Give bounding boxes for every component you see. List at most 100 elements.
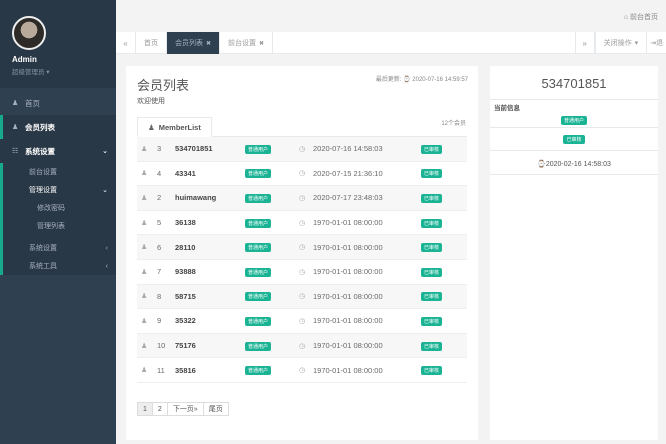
user-icon: ♟ [141,170,148,178]
status-badge: 已审核 [421,169,443,179]
member-name[interactable]: 93888 [175,267,245,276]
member-id: 3 [157,144,162,154]
user-icon: ♟ [141,367,148,375]
user-type-badge: 普通用户 [245,218,272,228]
sidebar-submenu: 前台设置 管理设置 ⌄ 修改密码 管理列表 系统设置 ‹ 系统工具 ‹ [0,163,116,275]
type-cell: 普通用户 [245,144,299,154]
member-name[interactable]: 75176 [175,341,245,350]
front-home-link[interactable]: ⌂ 前台首页 [624,12,658,22]
clock-icon: ◷ [299,170,306,178]
tab-member-list[interactable]: ♟ MemberList [137,117,212,137]
sidebar: Admin 超级管理员 ▾ ♟ 首页 ♟ 会员列表 ☷ 系统设置 ⌄ 前台设置 … [0,0,116,444]
user-icon: ♟ [141,268,148,276]
caret-down-icon: ▾ [634,40,639,47]
member-date: 2020-07-16 14:58:03 [313,144,383,154]
sidebar-item-front-settings[interactable]: 前台设置 [3,163,116,181]
close-icon[interactable]: ✖ [206,40,211,47]
page-button[interactable]: 下一页» [166,402,204,416]
member-name[interactable]: 36138 [175,218,245,227]
user-type-badge: 普通用户 [245,144,272,154]
sidebar-item-admin-settings[interactable]: 管理设置 ⌄ [3,181,116,199]
type-cell: 普通用户 [245,242,299,253]
user-icon: ♟ [141,219,148,227]
member-date: 1970-01-01 08:00:00 [313,267,383,277]
close-icon[interactable]: ✖ [259,40,264,47]
front-home-label: 前台首页 [630,14,658,21]
table-row[interactable]: ♟ 2 huimawang 普通用户 ◷ 2020-07-17 23:48:03 已审核 [137,186,467,211]
chevron-down-icon: ⌄ [102,148,108,155]
table-row[interactable]: ♟ 6 28110 普通用户 ◷ 1970-01-01 08:00:00 已审核 [137,235,467,260]
tabs-scroll-right-button[interactable]: » [574,32,595,54]
sidebar-item-members[interactable]: ♟ 会员列表 [0,115,116,139]
sidebar-item-system-settings[interactable]: ☷ 系统设置 ⌄ [0,139,116,163]
table-row[interactable]: ♟ 9 35322 普通用户 ◷ 1970-01-01 08:00:00 已审核 [137,309,467,334]
sidebar-item-change-password[interactable]: 修改密码 [3,199,116,217]
user-type-badge: 普通用户 [560,116,587,125]
detail-title: 534701851 [541,76,607,91]
tab-label: 首页 [144,40,158,47]
page-button[interactable]: 2 [151,402,168,416]
user-icon: ♟ [141,342,148,350]
detail-type-row: 普通用户 [490,115,658,125]
tabs-scroll-left-button[interactable]: « [116,32,136,54]
sidebar-item-admin-list[interactable]: 管理列表 [3,217,116,235]
table-row[interactable]: ♟ 4 43341 普通用户 ◷ 2020-07-15 21:36:10 已审核 [137,162,467,187]
member-date: 2020-07-15 21:36:10 [313,168,383,178]
member-id: 4 [157,168,162,178]
type-cell: 普通用户 [245,365,299,376]
user-type-badge: 普通用户 [245,267,272,277]
exit-button[interactable]: ⇥ 退 [646,32,666,54]
chevron-left-icon: ‹ [105,244,108,252]
table-row[interactable]: ♟ 10 75176 普通用户 ◷ 1970-01-01 08:00:00 已审核 [137,333,467,359]
member-name[interactable]: 43341 [175,169,245,178]
user-name[interactable]: Admin [12,55,116,64]
table-row[interactable]: ♟ 11 35816 普通用户 ◷ 1970-01-01 08:00:00 已审核 [137,358,467,383]
pagination: 1 2 下一页» 尾页 [137,402,229,416]
clock-icon: ◷ [299,244,306,252]
page-title: 会员列表 [137,78,190,93]
table-row[interactable]: ♟ 7 93888 普通用户 ◷ 1970-01-01 08:00:00 已审核 [137,260,467,285]
table-row[interactable]: ♟ 8 58715 普通用户 ◷ 1970-01-01 08:00:00 已审核 [137,284,467,310]
member-date: 2020-07-17 23:48:03 [313,193,383,203]
tab-label: MemberList [158,122,201,132]
user-type-badge: 普通用户 [245,366,272,376]
member-name[interactable]: 28110 [175,243,245,252]
tab-bar: « 首页 会员列表 ✖ 前台设置 ✖ » 关闭操作 ▾ ⇥ 退 [116,32,666,54]
type-cell: 普通用户 [245,267,299,277]
avatar[interactable] [12,16,46,50]
status-badge: 已审核 [421,218,443,228]
table-row[interactable]: ♟ 3 534701851 普通用户 ◷ 2020-07-16 14:58:03 已审核 [137,137,467,162]
tab-home[interactable]: 首页 [136,32,167,54]
status-cell: 已审核 [421,144,443,154]
table-row[interactable]: ♟ 5 36138 普通用户 ◷ 1970-01-01 08:00:00 已审核 [137,211,467,236]
user-role-dropdown[interactable]: 超级管理员 ▾ [12,66,116,76]
member-name[interactable]: 534701851 [175,144,245,153]
tab-members[interactable]: 会员列表 ✖ [167,32,221,54]
status-badge: 已审核 [421,267,443,277]
detail-label: 当前信息 [494,105,520,112]
status-badge: 已审核 [421,316,443,326]
tab-front-settings[interactable]: 前台设置 ✖ [220,32,274,54]
member-name[interactable]: huimawang [175,193,245,202]
member-name[interactable]: 58715 [175,292,245,301]
sidebar-item-system-settings-2[interactable]: 系统设置 ‹ [3,239,116,257]
user-icon: ♟ [12,100,19,107]
status-badge: 已审核 [421,366,443,376]
user-type-badge: 普通用户 [245,169,272,179]
clock-icon: ◷ [299,219,306,227]
member-name[interactable]: 35816 [175,366,245,375]
member-date: 1970-01-01 08:00:00 [313,218,383,228]
member-id: 10 [157,341,166,351]
member-name[interactable]: 35322 [175,316,245,325]
status-cell: 已审核 [421,291,443,302]
status-cell: 已审核 [421,341,443,351]
close-operations-dropdown[interactable]: 关闭操作 ▾ [594,32,647,54]
clock-icon: ◷ [299,367,306,375]
sidebar-item-system-tools[interactable]: 系统工具 ‹ [3,257,116,275]
sidebar-item-home[interactable]: ♟ 首页 [0,91,116,115]
user-icon: ♟ [141,244,148,252]
chevron-left-icon: ‹ [105,262,108,270]
page-button[interactable]: 1 [137,402,153,416]
page-button[interactable]: 尾页 [202,402,229,416]
member-id: 6 [157,242,162,252]
